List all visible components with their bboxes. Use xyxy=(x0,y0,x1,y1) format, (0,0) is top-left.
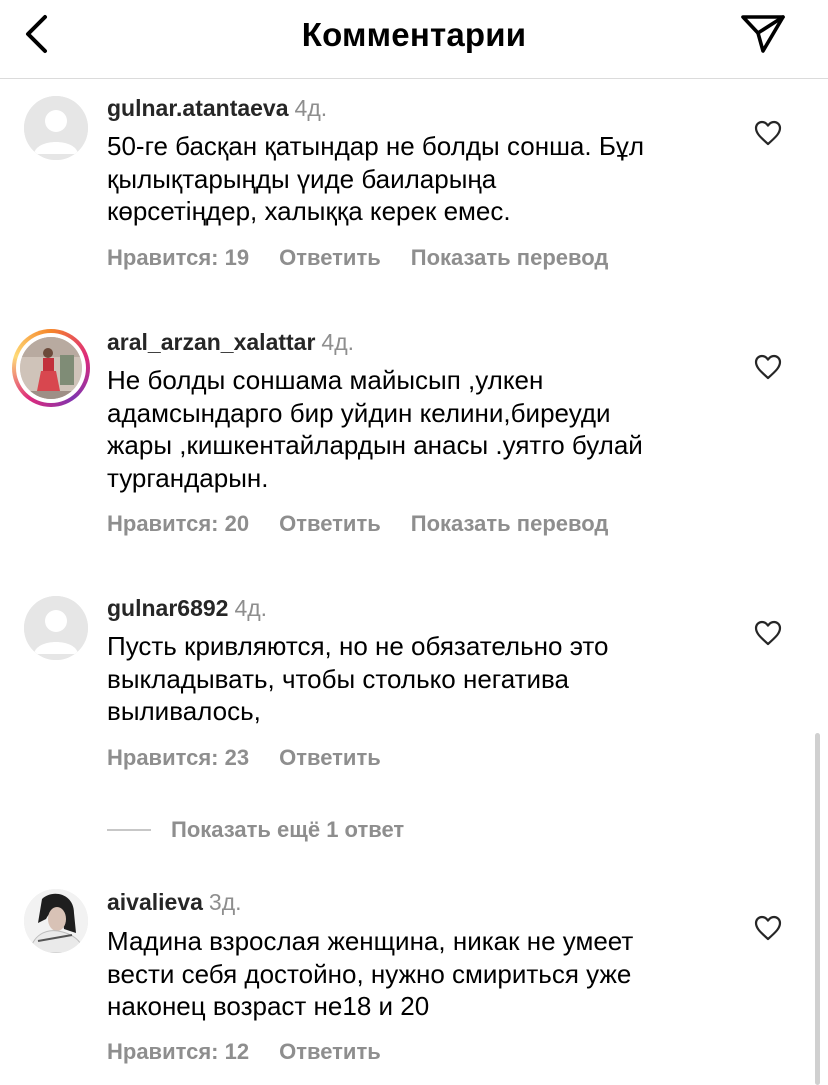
heart-icon xyxy=(754,620,782,646)
reply-button[interactable]: Ответить xyxy=(279,745,381,771)
photo-avatar xyxy=(20,337,82,399)
comment-meta: gulnar.atantaeva 4д. xyxy=(107,95,327,122)
timestamp: 3д. xyxy=(208,889,242,915)
username[interactable]: aral_arzan_xalattar xyxy=(107,329,315,355)
comment-actions: Нравится: 23 Ответить xyxy=(107,745,411,771)
reply-button[interactable]: Ответить xyxy=(279,511,381,537)
person-photo-icon xyxy=(20,337,82,399)
avatar[interactable] xyxy=(12,329,90,407)
comment-meta: aral_arzan_xalattar 4д. xyxy=(107,329,354,356)
reply-button[interactable]: Ответить xyxy=(279,1039,381,1065)
like-button[interactable] xyxy=(754,915,782,941)
comment-text: Мадина взрослая женщина, никак не умеет … xyxy=(107,926,634,1021)
likes-count[interactable]: Нравится: 20 xyxy=(107,511,249,537)
comment-text: Пусть кривляются, но не обязательно это … xyxy=(107,631,609,726)
page-title: Комментарии xyxy=(301,16,527,53)
heart-icon xyxy=(754,915,782,941)
avatar[interactable] xyxy=(24,96,88,160)
translate-button[interactable]: Показать перевод xyxy=(411,511,609,537)
comment-text: Не болды соншама майысып ,улкен адамсынд… xyxy=(107,365,643,493)
like-button[interactable] xyxy=(754,120,782,146)
avatar[interactable] xyxy=(24,596,88,660)
like-button[interactable] xyxy=(754,354,782,380)
header-bar: Комментарии xyxy=(0,0,828,79)
heart-icon xyxy=(754,120,782,146)
comment-meta: gulnar6892 4д. xyxy=(107,595,267,622)
comment-actions: Нравится: 12 Ответить xyxy=(107,1039,411,1065)
story-ring xyxy=(16,333,86,403)
paper-plane-icon xyxy=(741,15,785,53)
view-replies-button[interactable]: Показать ещё 1 ответ xyxy=(171,817,404,843)
comment-actions: Нравится: 20 Ответить Показать перевод xyxy=(107,511,638,537)
share-button[interactable] xyxy=(738,10,788,56)
timestamp: 4д. xyxy=(234,595,268,621)
timestamp: 4д. xyxy=(294,95,328,121)
default-avatar-icon xyxy=(24,96,88,160)
reply-button[interactable]: Ответить xyxy=(279,245,381,271)
avatar[interactable] xyxy=(24,889,88,953)
default-avatar-icon xyxy=(24,596,88,660)
scrollbar[interactable] xyxy=(815,733,820,1085)
likes-count[interactable]: Нравится: 19 xyxy=(107,245,249,271)
translate-button[interactable]: Показать перевод xyxy=(411,245,609,271)
like-button[interactable] xyxy=(754,620,782,646)
likes-count[interactable]: Нравится: 23 xyxy=(107,745,249,771)
comment-actions: Нравится: 19 Ответить Показать перевод xyxy=(107,245,638,271)
username[interactable]: aivalieva xyxy=(107,889,203,915)
comment-meta: aivalieva 3д. xyxy=(107,889,242,916)
comment-text: 50-ге басқан қатындар не болды сонша. Бұ… xyxy=(107,131,645,226)
divider-line xyxy=(107,829,151,831)
photo-avatar-icon xyxy=(24,889,88,953)
heart-icon xyxy=(754,354,782,380)
username[interactable]: gulnar6892 xyxy=(107,595,228,621)
timestamp: 4д. xyxy=(321,329,355,355)
username[interactable]: gulnar.atantaeva xyxy=(107,95,289,121)
likes-count[interactable]: Нравится: 12 xyxy=(107,1039,249,1065)
